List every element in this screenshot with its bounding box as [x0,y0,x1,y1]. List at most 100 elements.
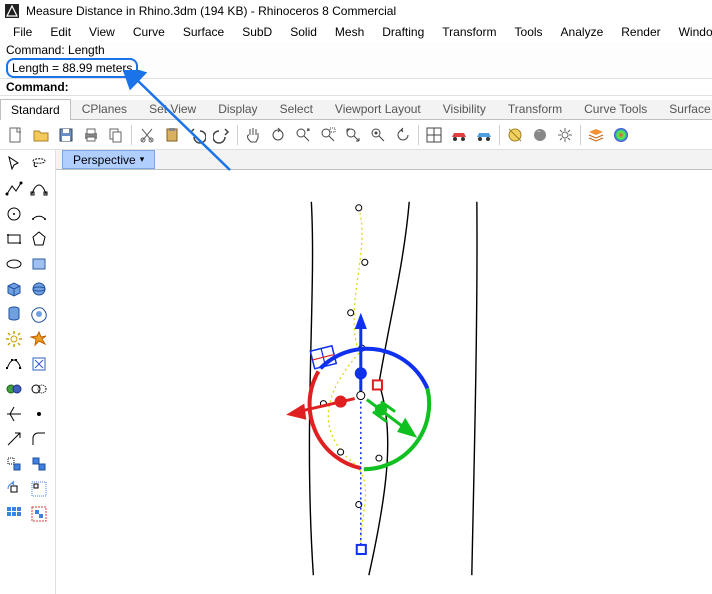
open-file-icon[interactable] [29,123,53,147]
tab-display[interactable]: Display [207,98,268,119]
viewport-canvas[interactable] [56,170,712,594]
zoom-selected-icon[interactable] [366,123,390,147]
menu-subd[interactable]: SubD [233,23,281,41]
menu-bar: File Edit View Curve Surface SubD Solid … [0,22,712,42]
menu-transform[interactable]: Transform [433,23,505,41]
menu-curve[interactable]: Curve [124,23,174,41]
fillet-icon[interactable] [27,427,51,451]
cylinder-icon[interactable] [2,302,26,326]
four-viewports-icon[interactable] [422,123,446,147]
command-result-line: Length = 88.99 meters [0,58,712,78]
command-prompt-label: Command: [6,80,69,94]
box-icon[interactable] [2,277,26,301]
lasso-select-icon[interactable] [27,152,51,176]
gear-icon[interactable] [2,327,26,351]
ellipse-icon[interactable] [2,252,26,276]
toolbar-separator [580,125,581,145]
move-icon[interactable] [2,452,26,476]
print-icon[interactable] [79,123,103,147]
toolbar-separator [418,125,419,145]
cplane-car-icon[interactable] [447,123,471,147]
zoom-extents-icon[interactable] [341,123,365,147]
copy-object-icon[interactable] [27,452,51,476]
tab-cplanes[interactable]: CPlanes [71,98,138,119]
surface-corner-icon[interactable] [27,252,51,276]
tab-viewport-layout[interactable]: Viewport Layout [324,98,432,119]
array-icon[interactable] [2,502,26,526]
copy-icon[interactable] [104,123,128,147]
sphere-icon[interactable] [27,277,51,301]
toolbar-separator [131,125,132,145]
undo-view-icon[interactable] [391,123,415,147]
menu-mesh[interactable]: Mesh [326,23,373,41]
window-title: Measure Distance in Rhino.3dm (194 KB) -… [26,4,396,18]
viewport-tab-perspective[interactable]: Perspective ▾ [62,150,155,169]
tab-select[interactable]: Select [269,98,324,119]
standard-toolbar [0,120,712,150]
point-icon[interactable] [27,402,51,426]
join-icon[interactable] [2,377,26,401]
toolbar-separator [499,125,500,145]
viewport-drawing [56,170,712,594]
app-icon [4,3,20,19]
tab-curve-tools[interactable]: Curve Tools [573,98,658,119]
object-toolbar [0,150,56,594]
undo-icon[interactable] [185,123,209,147]
menu-window[interactable]: Window [670,23,712,41]
named-cplane-icon[interactable] [472,123,496,147]
circle-icon[interactable] [2,202,26,226]
scale-icon[interactable] [27,477,51,501]
tab-surface-tools[interactable]: Surface Tool [658,98,712,119]
shade-icon[interactable] [503,123,527,147]
viewport-area: Perspective ▾ [56,150,712,594]
options-icon[interactable] [553,123,577,147]
points-on-icon[interactable] [2,352,26,376]
menu-render[interactable]: Render [612,23,669,41]
group-icon[interactable] [27,502,51,526]
menu-file[interactable]: File [4,23,41,41]
redo-icon[interactable] [210,123,234,147]
command-history-line: Command: Length [0,42,712,58]
menu-analyze[interactable]: Analyze [552,23,613,41]
rotate-view-icon[interactable] [266,123,290,147]
rotate-icon[interactable] [2,477,26,501]
explode-icon[interactable] [27,327,51,351]
menu-edit[interactable]: Edit [41,23,80,41]
cut-icon[interactable] [135,123,159,147]
menu-drafting[interactable]: Drafting [373,23,433,41]
menu-solid[interactable]: Solid [281,23,326,41]
material-icon[interactable] [609,123,633,147]
split-icon[interactable] [2,402,26,426]
save-icon[interactable] [54,123,78,147]
toolbar-tab-strip: Standard CPlanes Set View Display Select… [0,100,712,120]
toolbar-separator [237,125,238,145]
menu-view[interactable]: View [80,23,124,41]
zoom-window-icon[interactable] [316,123,340,147]
paste-icon[interactable] [160,123,184,147]
control-point-curve-icon[interactable] [27,177,51,201]
length-result-highlight: Length = 88.99 meters [6,58,138,78]
menu-tools[interactable]: Tools [506,23,552,41]
arc-icon[interactable] [27,202,51,226]
tab-transform[interactable]: Transform [497,98,573,119]
pointer-icon[interactable] [2,152,26,176]
layers-icon[interactable] [584,123,608,147]
subd-primitives-icon[interactable] [27,302,51,326]
pan-icon[interactable] [241,123,265,147]
tab-visibility[interactable]: Visibility [432,98,497,119]
tab-set-view[interactable]: Set View [138,98,207,119]
tab-standard[interactable]: Standard [0,99,71,120]
polyline-icon[interactable] [2,177,26,201]
polygon-icon[interactable] [27,227,51,251]
chevron-down-icon[interactable]: ▾ [140,154,145,165]
trim-icon[interactable] [27,377,51,401]
menu-surface[interactable]: Surface [174,23,233,41]
zoom-dynamic-icon[interactable] [291,123,315,147]
new-file-icon[interactable] [4,123,28,147]
rectangle-icon[interactable] [2,227,26,251]
command-prompt[interactable]: Command: [0,78,712,96]
delete-icon[interactable] [27,352,51,376]
viewport-tab-label: Perspective [73,153,136,167]
extend-icon[interactable] [2,427,26,451]
render-icon[interactable] [528,123,552,147]
